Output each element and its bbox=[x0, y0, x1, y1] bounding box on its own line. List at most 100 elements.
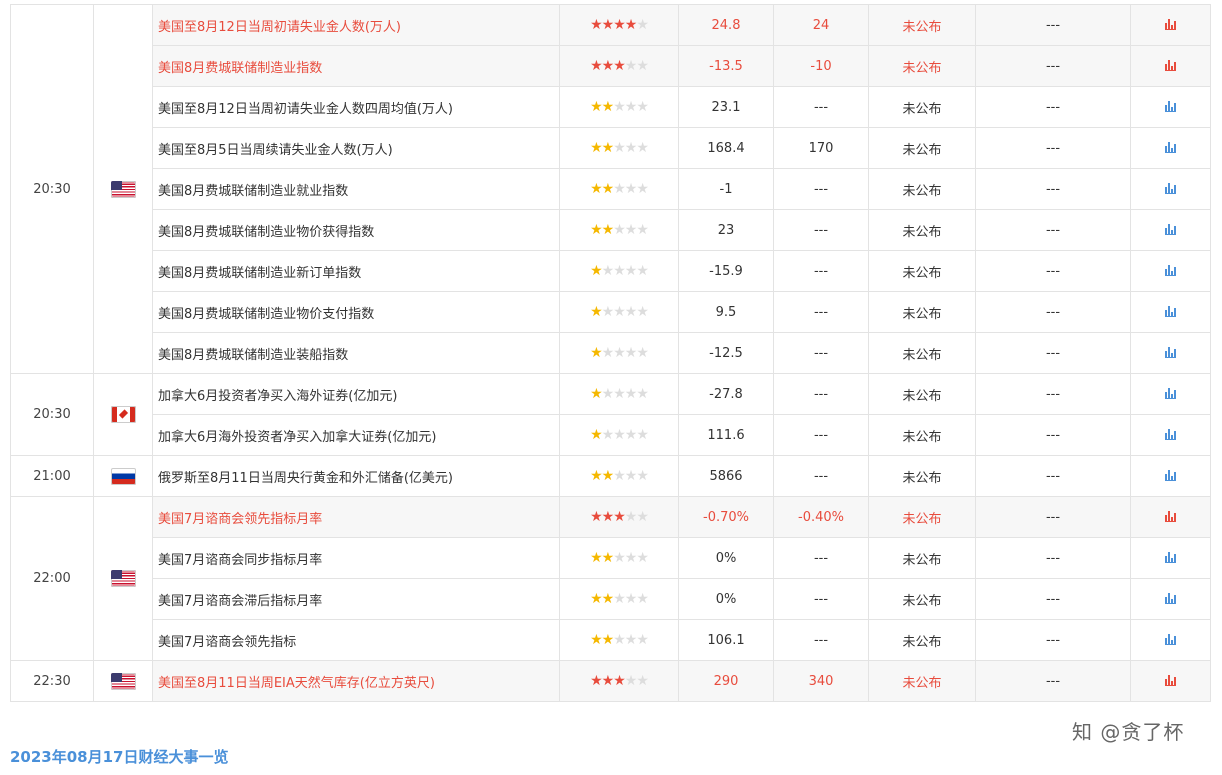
star-filled-icon: ★ bbox=[590, 99, 603, 115]
star-filled-icon: ★ bbox=[601, 550, 615, 566]
star-empty-icon: ★ bbox=[636, 468, 649, 484]
star-empty-icon: ★ bbox=[613, 304, 626, 320]
event-name: 美国8月费城联储制造业指数 bbox=[152, 45, 560, 87]
star-filled-icon: ★ bbox=[590, 427, 603, 443]
previous-value: 23 bbox=[678, 209, 774, 251]
economic-calendar-table: 20:30 美国至8月12日当周初请失业金人数(万人) ★★★★★ 24.8 24 未公布… bbox=[10, 4, 1211, 702]
star-filled-icon: ★ bbox=[601, 591, 615, 607]
event-name: 加拿大6月投资者净买入海外证券(亿加元) bbox=[152, 373, 560, 415]
importance-stars: ★★★★★ bbox=[559, 209, 679, 251]
chart-link-cell[interactable] bbox=[1130, 496, 1211, 538]
bar-chart-icon[interactable] bbox=[1165, 223, 1176, 235]
chart-link-cell[interactable] bbox=[1130, 455, 1211, 497]
bar-chart-icon[interactable] bbox=[1165, 633, 1176, 645]
star-filled-icon: ★ bbox=[590, 550, 603, 566]
star-empty-icon: ★ bbox=[613, 345, 626, 361]
star-empty-icon: ★ bbox=[636, 591, 649, 607]
forecast-value: --- bbox=[773, 291, 869, 333]
star-empty-icon: ★ bbox=[636, 345, 649, 361]
chart-link-cell[interactable] bbox=[1130, 537, 1211, 579]
impact-value: --- bbox=[975, 332, 1131, 374]
impact-value: --- bbox=[975, 291, 1131, 333]
chart-link-cell[interactable] bbox=[1130, 127, 1211, 169]
chart-link-cell[interactable] bbox=[1130, 250, 1211, 292]
us-flag-icon bbox=[110, 672, 136, 690]
star-filled-icon: ★ bbox=[590, 509, 603, 525]
chart-link-cell[interactable] bbox=[1130, 619, 1211, 661]
bar-chart-icon[interactable] bbox=[1165, 59, 1176, 71]
actual-value: 未公布 bbox=[868, 45, 976, 87]
watermark: 知 @贪了杯 bbox=[1072, 720, 1185, 744]
importance-stars: ★★★★★ bbox=[559, 496, 679, 538]
impact-value: --- bbox=[975, 45, 1131, 87]
event-name: 美国7月谘商会领先指标月率 bbox=[152, 496, 560, 538]
chart-link-cell[interactable] bbox=[1130, 209, 1211, 251]
previous-value: -15.9 bbox=[678, 250, 774, 292]
event-row: 美国8月费城联储制造业指数 ★★★★★ -13.5 -10 未公布 --- bbox=[11, 45, 1211, 87]
actual-value: 未公布 bbox=[868, 291, 976, 333]
event-name: 美国8月费城联储制造业物价获得指数 bbox=[152, 209, 560, 251]
event-name: 美国至8月12日当周初请失业金人数(万人) bbox=[152, 4, 560, 46]
bar-chart-icon[interactable] bbox=[1165, 264, 1176, 276]
event-row: 美国至8月12日当周初请失业金人数四周均值(万人) ★★★★★ 23.1 --- 未公布… bbox=[11, 86, 1211, 128]
bar-chart-icon[interactable] bbox=[1165, 510, 1176, 522]
previous-value: 23.1 bbox=[678, 86, 774, 128]
chart-link-cell[interactable] bbox=[1130, 660, 1211, 702]
star-empty-icon: ★ bbox=[624, 673, 638, 689]
star-filled-icon: ★ bbox=[613, 17, 626, 33]
next-day-link[interactable]: 2023年08月17日财经大事一览 bbox=[10, 746, 229, 767]
chart-link-cell[interactable] bbox=[1130, 373, 1211, 415]
star-filled-icon: ★ bbox=[590, 181, 603, 197]
chart-link-cell[interactable] bbox=[1130, 332, 1211, 374]
event-row: 美国8月费城联储制造业装船指数 ★★★★★ -12.5 --- 未公布 --- bbox=[11, 332, 1211, 374]
bar-chart-icon[interactable] bbox=[1165, 469, 1176, 481]
star-empty-icon: ★ bbox=[613, 263, 626, 279]
star-empty-icon: ★ bbox=[624, 99, 638, 115]
star-filled-icon: ★ bbox=[624, 17, 638, 33]
event-row: 美国8月费城联储制造业就业指数 ★★★★★ -1 --- 未公布 --- bbox=[11, 168, 1211, 210]
chart-link-cell[interactable] bbox=[1130, 414, 1211, 456]
importance-stars: ★★★★★ bbox=[559, 455, 679, 497]
bar-chart-icon[interactable] bbox=[1165, 100, 1176, 112]
bar-chart-icon[interactable] bbox=[1165, 305, 1176, 317]
bar-chart-icon[interactable] bbox=[1165, 428, 1176, 440]
star-empty-icon: ★ bbox=[613, 181, 626, 197]
forecast-value: -10 bbox=[773, 45, 869, 87]
chart-link-cell[interactable] bbox=[1130, 86, 1211, 128]
star-empty-icon: ★ bbox=[636, 550, 649, 566]
bar-chart-icon[interactable] bbox=[1165, 592, 1176, 604]
country-flag-cell bbox=[93, 455, 153, 497]
bar-chart-icon[interactable] bbox=[1165, 18, 1176, 30]
bar-chart-icon[interactable] bbox=[1165, 674, 1176, 686]
event-time: 22:00 bbox=[10, 496, 94, 661]
star-empty-icon: ★ bbox=[601, 263, 615, 279]
ru-flag-icon bbox=[110, 467, 136, 485]
previous-value: 24.8 bbox=[678, 4, 774, 46]
chart-link-cell[interactable] bbox=[1130, 168, 1211, 210]
bar-chart-icon[interactable] bbox=[1165, 346, 1176, 358]
star-empty-icon: ★ bbox=[636, 222, 649, 238]
star-empty-icon: ★ bbox=[636, 263, 649, 279]
previous-value: 5866 bbox=[678, 455, 774, 497]
chart-link-cell[interactable] bbox=[1130, 45, 1211, 87]
bar-chart-icon[interactable] bbox=[1165, 182, 1176, 194]
chart-link-cell[interactable] bbox=[1130, 291, 1211, 333]
forecast-value: --- bbox=[773, 332, 869, 374]
bar-chart-icon[interactable] bbox=[1165, 141, 1176, 153]
previous-value: -27.8 bbox=[678, 373, 774, 415]
country-flag-cell bbox=[93, 660, 153, 702]
actual-value: 未公布 bbox=[868, 414, 976, 456]
importance-stars: ★★★★★ bbox=[559, 127, 679, 169]
chart-link-cell[interactable] bbox=[1130, 4, 1211, 46]
actual-value: 未公布 bbox=[868, 537, 976, 579]
chart-link-cell[interactable] bbox=[1130, 578, 1211, 620]
actual-value: 未公布 bbox=[868, 373, 976, 415]
star-empty-icon: ★ bbox=[624, 140, 638, 156]
star-filled-icon: ★ bbox=[590, 263, 603, 279]
event-row: 22:00 美国7月谘商会领先指标月率 ★★★★★ -0.70% -0.40% 未公布 --… bbox=[10, 496, 1211, 661]
previous-value: 168.4 bbox=[678, 127, 774, 169]
bar-chart-icon[interactable] bbox=[1165, 551, 1176, 563]
forecast-value: -0.40% bbox=[773, 496, 869, 538]
bar-chart-icon[interactable] bbox=[1165, 387, 1176, 399]
event-row: 20:30 美国至8月12日当周初请失业金人数(万人) ★★★★★ 24.8 24 未公布… bbox=[10, 4, 1211, 374]
